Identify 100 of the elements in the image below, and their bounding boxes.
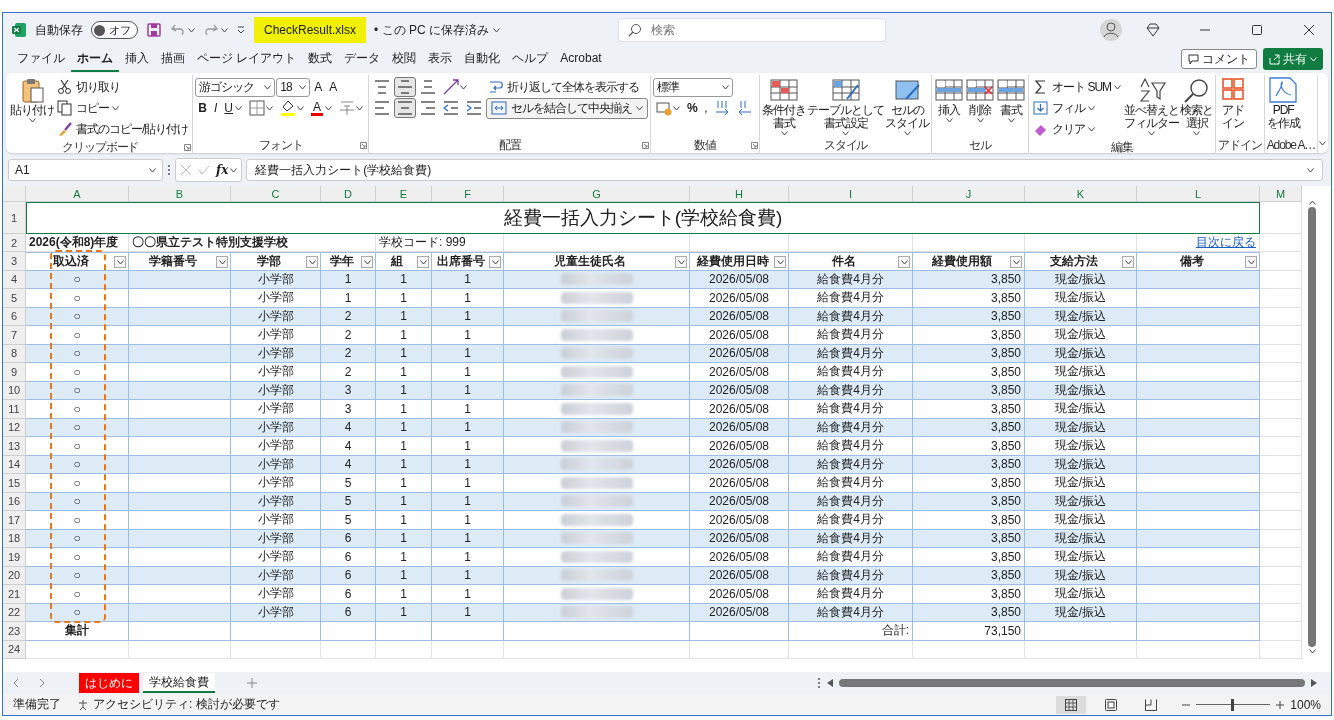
format-button[interactable]: U — [221, 101, 246, 115]
column-header[interactable]: I — [789, 186, 913, 202]
dropdown-field[interactable]: 18 — [276, 77, 311, 97]
comment-button[interactable]: コメント — [1181, 49, 1257, 69]
ribbon-tab[interactable]: データ — [338, 46, 387, 72]
font-color-button[interactable]: A — [308, 100, 336, 116]
ribbon-button[interactable]: PDF を作成 — [1266, 75, 1300, 137]
filter-button[interactable] — [489, 256, 501, 268]
customize-button[interactable] — [236, 25, 246, 35]
column-header[interactable]: J — [913, 186, 1025, 202]
row-header[interactable]: 9 — [3, 363, 26, 382]
format-button[interactable]: I — [211, 101, 221, 115]
filter-button[interactable] — [306, 256, 318, 268]
column-header[interactable]: B — [129, 186, 231, 202]
align-button[interactable] — [394, 98, 417, 118]
back-link[interactable]: 目次に戻る — [1196, 234, 1256, 251]
zoom-thumb[interactable] — [1231, 698, 1235, 711]
ribbon-button[interactable]: オート SUM — [1031, 78, 1124, 96]
filter-button[interactable] — [675, 256, 687, 268]
dropdown-field[interactable]: 游ゴシック — [195, 77, 276, 97]
sheet-tab[interactable]: 学校給食費 — [143, 673, 215, 693]
ribbon-button[interactable]: テーブルとして 書式設定 — [807, 75, 885, 137]
filter-button[interactable] — [417, 256, 429, 268]
ribbon-tab[interactable]: 挿入 — [119, 46, 155, 72]
ribbon-button[interactable]: 書式 — [996, 75, 1027, 137]
ribbon-button[interactable]: 折り返して全体を表示する — [486, 78, 642, 96]
filter-button[interactable] — [774, 256, 786, 268]
row-header[interactable]: 13 — [3, 437, 26, 456]
column-header[interactable]: H — [690, 186, 789, 202]
filter-button[interactable] — [1010, 256, 1022, 268]
filter-button[interactable] — [216, 256, 228, 268]
row-header[interactable]: 11 — [3, 400, 26, 419]
zoom-level[interactable]: 100% — [1290, 697, 1321, 712]
row-header[interactable]: 21 — [3, 585, 26, 604]
ribbon-button[interactable]: 切り取り — [55, 78, 122, 96]
ribbon-tab[interactable]: 描画 — [155, 46, 191, 72]
save-button[interactable] — [146, 22, 162, 38]
row-header[interactable]: 1 — [3, 202, 26, 234]
column-header[interactable]: F — [432, 186, 504, 202]
accessibility-status[interactable]: アクセシビリティ: 検討が必要です — [93, 696, 280, 713]
row-header[interactable]: 23 — [3, 622, 26, 641]
format-button[interactable]: B — [195, 101, 210, 115]
merge-button[interactable]: セルを結合して中央揃え — [486, 97, 649, 119]
column-header[interactable]: D — [321, 186, 376, 202]
column-header[interactable]: L — [1137, 186, 1260, 202]
ribbon-button[interactable]: フィル — [1031, 99, 1098, 117]
row-header[interactable]: 7 — [3, 326, 26, 345]
formula-field[interactable]: 経費一括入力シート(学校給食費) — [246, 159, 1323, 181]
column-header[interactable]: C — [231, 186, 321, 202]
ribbon-button[interactable]: 並べ替えと フィルター — [1124, 75, 1180, 139]
format-button[interactable]: % — [684, 101, 701, 115]
name-box[interactable]: A1 — [8, 159, 163, 181]
sheet-tab[interactable]: はじめに — [79, 673, 139, 693]
ribbon-button[interactable]: 条件付き 書式 — [762, 75, 807, 137]
ribbon-tab[interactable]: 表示 — [422, 46, 459, 72]
ribbon-button[interactable]: セルの スタイル — [885, 75, 930, 137]
row-header[interactable]: 19 — [3, 548, 26, 567]
column-header[interactable]: K — [1025, 186, 1137, 202]
column-header[interactable]: M — [1260, 186, 1302, 202]
row-header[interactable]: 5 — [3, 289, 26, 308]
format-button[interactable]: , — [701, 101, 712, 115]
ribbon-button[interactable]: クリア — [1031, 120, 1098, 138]
ribbon-tab[interactable]: Acrobat — [554, 48, 608, 70]
filter-button[interactable] — [898, 256, 910, 268]
ribbon-button[interactable]: 貼り付け — [10, 75, 54, 139]
filter-button[interactable] — [1122, 256, 1134, 268]
row-header[interactable]: 17 — [3, 511, 26, 530]
format-button[interactable]: A — [311, 80, 326, 94]
insert-function-button[interactable]: fx — [216, 163, 238, 177]
share-button[interactable]: 共有 — [1263, 48, 1323, 70]
redo-button[interactable] — [203, 22, 228, 38]
ribbon-tab[interactable]: 自動化 — [458, 46, 507, 72]
filter-button[interactable] — [361, 256, 373, 268]
save-status-button[interactable]: • この PC に保存済み — [374, 21, 500, 39]
view-button[interactable] — [1056, 695, 1087, 714]
ribbon-button[interactable]: コピー — [55, 99, 121, 117]
ribbon-tab[interactable]: 校閲 — [386, 46, 423, 72]
zoom-in-button[interactable] — [1276, 700, 1285, 709]
ribbon-tab[interactable]: ヘルプ — [506, 46, 555, 72]
align-button[interactable] — [394, 77, 417, 97]
ribbon-tab[interactable]: 数式 — [302, 46, 339, 72]
column-header[interactable]: G — [504, 186, 690, 202]
ribbon-button[interactable]: 削除 — [965, 75, 996, 137]
ribbon-button[interactable]: アド イン — [1218, 75, 1249, 137]
column-header[interactable]: E — [376, 186, 432, 202]
ribbon-button[interactable]: 挿入 — [934, 75, 965, 137]
column-header[interactable]: A — [26, 186, 129, 202]
horizontal-scrollbar[interactable] — [817, 677, 1317, 689]
dropdown-field[interactable]: 標準 — [653, 77, 734, 97]
format-button[interactable]: A — [326, 80, 341, 94]
ribbon-tab[interactable]: ホーム — [71, 46, 119, 72]
ribbon-button[interactable]: 検索と 選択 — [1180, 75, 1214, 139]
filter-button[interactable] — [1245, 256, 1257, 268]
row-header[interactable]: 2 — [3, 234, 26, 252]
autosave-toggle[interactable]: オフ — [91, 21, 138, 39]
ribbon-button[interactable]: 書式のコピー/貼り付け — [55, 120, 191, 138]
ribbon-tab[interactable]: ファイル — [11, 46, 71, 72]
ribbon-tab[interactable]: ページ レイアウト — [191, 46, 303, 72]
filter-button[interactable] — [114, 256, 126, 268]
undo-button[interactable] — [170, 22, 195, 38]
